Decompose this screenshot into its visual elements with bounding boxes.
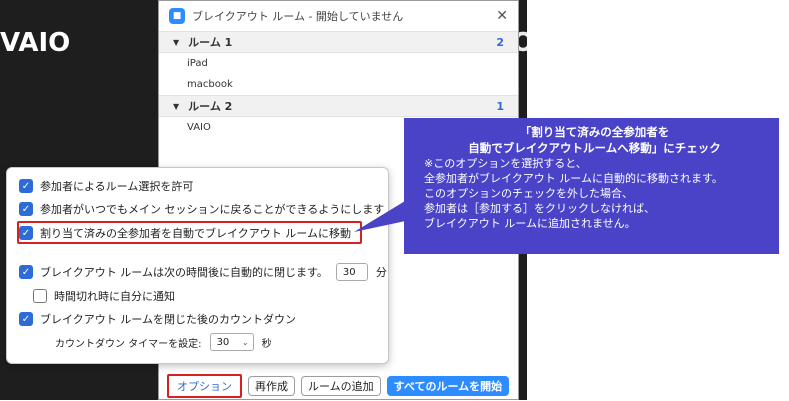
callout-text-line: ブレイクアウト ルームに追加されません。 <box>424 217 636 230</box>
add-room-button[interactable]: ルームの追加 <box>301 376 381 396</box>
dialog-titlebar: ■ ブレイクアウト ルーム - 開始していません ✕ <box>159 1 518 31</box>
option-label: 参加者によるルーム選択を許可 <box>40 180 194 193</box>
option-label: 割り当て済みの全参加者を自動でブレイクアウト ルームに移動 <box>40 227 351 240</box>
video-tile-name: VAIO <box>0 28 71 58</box>
option-label: 参加者がいつでもメイン セッションに戻ることができるようにします <box>40 203 385 216</box>
checkbox-checked-icon[interactable]: ✓ <box>19 312 33 326</box>
callout-text-line: このオプションのチェックを外した場合、 <box>424 187 633 200</box>
option-auto-move[interactable]: ✓ 割り当て済みの全参加者を自動でブレイクアウト ルームに移動 <box>19 225 351 241</box>
callout-text-line: 参加者は［参加する］をクリックしなければ、 <box>424 202 655 215</box>
participant-item[interactable]: macbook <box>159 74 518 95</box>
option-countdown[interactable]: ✓ ブレイクアウト ルームを閉じた後のカウントダウン <box>19 311 296 327</box>
seconds-unit: 秒 <box>261 338 272 350</box>
room-participant-count: 2 <box>496 35 504 49</box>
option-allow-return[interactable]: ✓ 参加者がいつでもメイン セッションに戻ることができるようにします <box>19 201 384 217</box>
recreate-button[interactable]: 再作成 <box>248 376 295 396</box>
annotation-callout: 「割り当て済みの全参加者を 自動でブレイクアウトルームへ移動」にチェック ※この… <box>404 118 779 254</box>
checkbox-unchecked-icon[interactable] <box>33 289 47 303</box>
callout-text-line: ※このオプションを選択すると、 <box>424 157 587 170</box>
checkbox-checked-icon[interactable]: ✓ <box>19 179 33 193</box>
auto-close-minutes-input[interactable]: 30 <box>335 263 368 281</box>
countdown-timer-row: カウントダウン タイマーを設定: 30 ⌄ 秒 <box>55 333 272 351</box>
option-notify-timeout[interactable]: 時間切れ時に自分に通知 <box>33 288 175 304</box>
callout-text-line: 全参加者がブレイクアウト ルームに自動的に移動されます。 <box>424 172 723 185</box>
room-name: ルーム 1 <box>188 36 233 49</box>
checkbox-checked-icon[interactable]: ✓ <box>19 265 33 279</box>
open-all-rooms-button[interactable]: すべてのルームを開始 <box>386 376 510 396</box>
room-name: ルーム 2 <box>188 100 233 113</box>
option-label: 時間切れ時に自分に通知 <box>54 290 175 303</box>
checkbox-checked-icon[interactable]: ✓ <box>19 226 33 240</box>
options-popup: ✓ 参加者によるルーム選択を許可 ✓ 参加者がいつでもメイン セッションに戻るこ… <box>6 167 389 364</box>
countdown-timer-label: カウントダウン タイマーを設定: <box>55 338 202 350</box>
participant-item[interactable]: iPad <box>159 53 518 74</box>
option-label: ブレイクアウト ルームを閉じた後のカウントダウン <box>40 313 296 326</box>
options-button[interactable]: オプション <box>167 374 242 398</box>
option-allow-choose-room[interactable]: ✓ 参加者によるルーム選択を許可 <box>19 178 193 194</box>
chevron-down-icon: ⌄ <box>241 337 249 347</box>
checkbox-checked-icon[interactable]: ✓ <box>19 202 33 216</box>
dialog-title: ブレイクアウト ルーム - 開始していません <box>192 10 404 23</box>
caret-down-icon: ▼ <box>173 37 180 47</box>
countdown-seconds-select[interactable]: 30 ⌄ <box>209 333 254 351</box>
minutes-unit: 分 <box>375 266 387 279</box>
close-icon[interactable]: ✕ <box>496 8 508 24</box>
dialog-footer: オプション 再作成 ルームの追加 すべてのルームを開始 <box>159 371 518 401</box>
callout-heading-line-1: 「割り当て済みの全参加者を <box>519 125 670 139</box>
room-header-1[interactable]: ▼ ルーム 1 2 <box>159 31 518 53</box>
option-auto-close[interactable]: ✓ ブレイクアウト ルームは次の時間後に自動的に閉じます。 30 分 <box>19 263 387 281</box>
room-participant-count: 1 <box>496 99 504 113</box>
callout-heading-line-2: 自動でブレイクアウトルームへ移動」にチェック <box>468 141 721 155</box>
room-header-2[interactable]: ▼ ルーム 2 1 <box>159 95 518 117</box>
option-label: ブレイクアウト ルームは次の時間後に自動的に閉じます。 <box>40 266 328 279</box>
zoom-camera-icon: ■ <box>169 8 185 24</box>
caret-down-icon: ▼ <box>173 101 180 111</box>
select-value: 30 <box>216 336 230 348</box>
